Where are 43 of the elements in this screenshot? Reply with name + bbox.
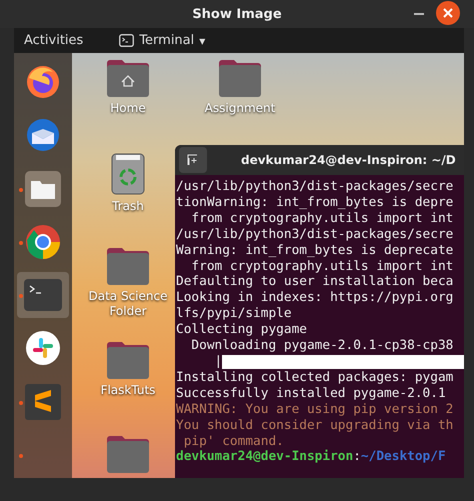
folder-icon[interactable]: [219, 59, 261, 97]
terminal-prompt: devkumar24@dev-Inspiron:~/Desktop/F: [176, 449, 447, 466]
editor-app-icon[interactable]: [25, 384, 61, 420]
terminal-line: |: [214, 354, 222, 370]
desktop-icon-label: Assignment: [204, 101, 276, 116]
terminal-line: Warning: int_from_bytes is deprecate: [176, 242, 454, 259]
terminal-title: devkumar24@dev-Inspiron: ~/D: [241, 153, 456, 167]
folder-icon[interactable]: [107, 247, 149, 285]
desktop-icon-label: Home: [109, 101, 147, 116]
close-icon[interactable]: [436, 1, 460, 25]
terminal-line: tionWarning: int_from_bytes is depre: [176, 194, 454, 211]
terminal-warning-line: You should consider upgrading via th: [176, 418, 454, 434]
desktop-icon-label: Data Science Folder: [88, 289, 168, 319]
mail-bird-icon[interactable]: [25, 117, 61, 154]
terminal-warning-line: pip' command.: [182, 434, 285, 450]
activities-button[interactable]: Activities: [24, 33, 84, 48]
chat-app-icon[interactable]: [26, 331, 60, 366]
window-title: Show Image: [192, 6, 282, 22]
desktop-icon-label: Trash: [111, 199, 145, 214]
new-tab-icon: [187, 154, 199, 166]
app-menu[interactable]: Terminal ▾: [119, 33, 206, 48]
terminal-line: Looking in indexes: https://pypi.org: [176, 290, 454, 306]
terminal-line: Downloading pygame-2.0.1-cp38-cp38: [190, 338, 454, 354]
terminal-line: from cryptography.utils import int: [190, 210, 454, 227]
terminal-line: lfs/pypi/simple: [176, 306, 293, 322]
terminal-warning-line: WARNING: You are using pip version 2: [176, 402, 454, 418]
folder-icon[interactable]: [107, 59, 149, 97]
terminal-line: Installing collected packages: pygam: [176, 370, 454, 386]
terminal-line: Defaulting to user installation beca: [176, 274, 454, 290]
terminal-line: from cryptography.utils import int: [190, 258, 454, 274]
folder-app-icon[interactable]: [25, 170, 61, 207]
terminal-icon: [119, 34, 134, 47]
folder-icon[interactable]: [107, 341, 149, 379]
new-tab-button[interactable]: [179, 147, 207, 173]
desktop-icon-label: FlaskTuts: [100, 383, 156, 398]
terminal-line: /usr/lib/python3/dist-packages/secre: [176, 226, 454, 243]
folder-icon[interactable]: [107, 435, 149, 473]
fox-globe-icon[interactable]: [25, 64, 61, 100]
terminal-line: /usr/lib/python3/dist-packages/secre: [176, 179, 454, 195]
terminal-line: Successfully installed pygame-2.0.1: [176, 386, 447, 402]
trash-icon[interactable]: [111, 153, 145, 195]
terminal-line: Collecting pygame: [176, 322, 308, 338]
browser-icon[interactable]: [25, 224, 61, 260]
